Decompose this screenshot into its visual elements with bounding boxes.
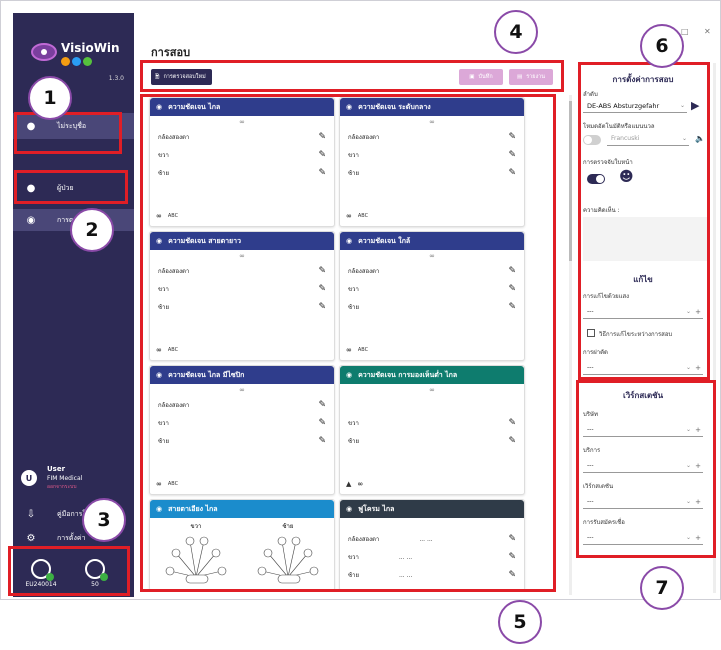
close-icon[interactable]: ✕ <box>704 27 711 36</box>
main-scrollbar[interactable] <box>569 95 572 595</box>
eye-icon: ◉ <box>26 214 36 226</box>
download-icon: ⇩ <box>26 508 36 520</box>
annotation-box-6 <box>578 62 710 380</box>
scroll-thumb[interactable] <box>569 101 572 261</box>
user-org: FIM Medical <box>47 475 83 482</box>
callout-1: 1 <box>28 76 72 120</box>
app-name: VisioWin <box>61 41 120 55</box>
callout-2: 2 <box>70 208 114 252</box>
orange-dot-icon <box>61 57 70 66</box>
maximize-icon[interactable]: □ <box>681 27 689 36</box>
callout-7: 7 <box>640 566 684 610</box>
page-title: การสอบ <box>151 46 191 59</box>
annotation-box-7 <box>576 380 716 558</box>
gear-icon: ⚙ <box>26 532 36 544</box>
green-dot-icon <box>83 57 92 66</box>
eye-logo-icon <box>31 43 57 61</box>
logout-link[interactable]: ออกจากระบบ <box>47 483 77 491</box>
callout-5: 5 <box>498 600 542 644</box>
brand-dots <box>61 57 92 66</box>
callout-4: 4 <box>494 10 538 54</box>
app-version: 1.3.0 <box>108 75 124 82</box>
annotation-box-1 <box>14 112 122 154</box>
annotation-box-5 <box>140 94 556 592</box>
user-name: User <box>47 465 66 473</box>
annotation-box-2 <box>14 170 128 204</box>
callout-6: 6 <box>640 24 684 68</box>
annotation-box-4 <box>140 60 564 92</box>
annotation-box-3 <box>8 546 130 596</box>
callout-3: 3 <box>82 498 126 542</box>
user-box[interactable]: U User FIM Medical ออกจากระบบ <box>21 465 131 501</box>
avatar: U <box>21 470 37 486</box>
sidebar-item-label: การตั้งค่า <box>57 533 86 542</box>
blue-dot-icon <box>72 57 81 66</box>
